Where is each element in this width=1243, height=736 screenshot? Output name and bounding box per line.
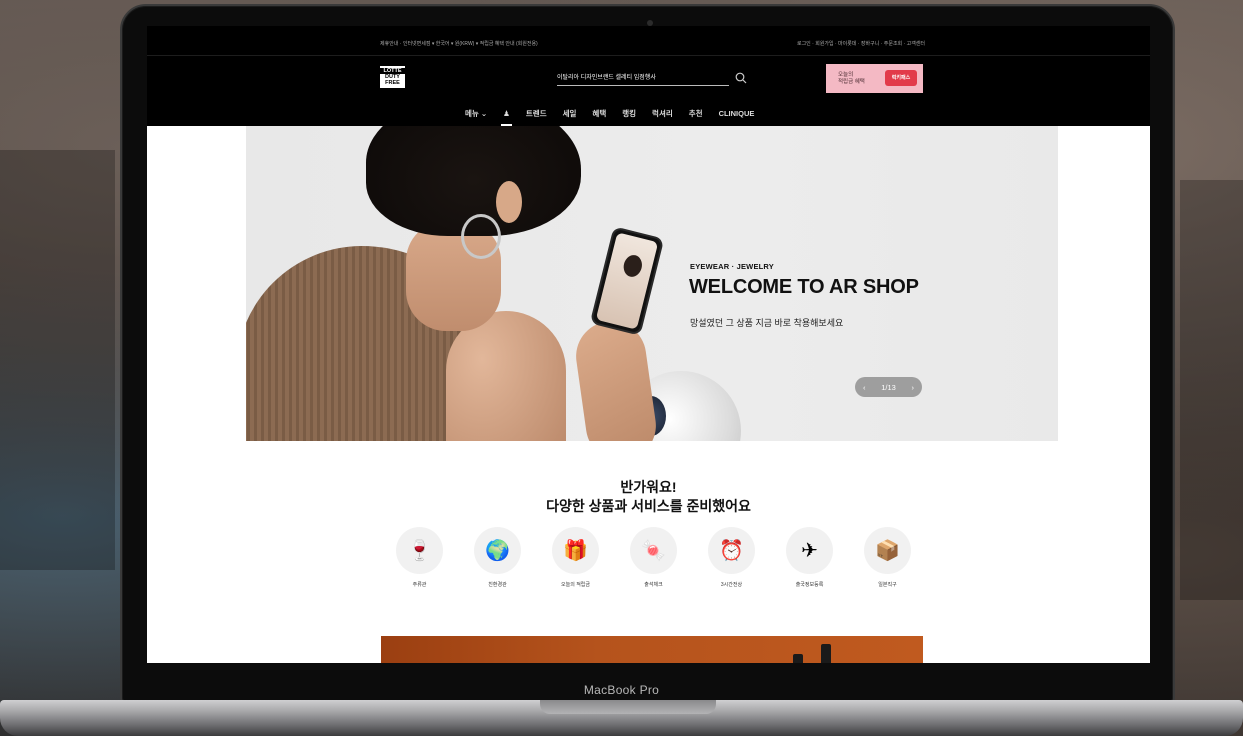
pager-count: 1/13 (881, 382, 896, 392)
service-label: 출국정보등록 (795, 582, 824, 588)
hero-banner[interactable]: EYEWEAR · JEWELRY WELCOME TO AR SHOP 망설였… (246, 126, 1058, 441)
phone-screen-face (621, 253, 645, 279)
package-icon: 📦 (864, 527, 911, 574)
pager-prev-button[interactable]: ‹ (863, 383, 866, 392)
nav-ranking[interactable]: 랭킹 (614, 108, 644, 119)
banner-bottle-2 (821, 644, 831, 663)
utility-links-left[interactable]: 제휴안내 · 인터넷면세점 ▾ 한국어 ▾ 원(KRW) ▾ 적립금 혜택 안내… (380, 40, 538, 47)
hero-subtitle: 망설였던 그 상품 지금 바로 착용해보세요 (690, 318, 844, 328)
service-label: 오늘의 적립금 (561, 582, 590, 588)
candy-icon: 🍬 (630, 527, 677, 574)
logo-line3: FREE (385, 80, 400, 86)
nav-clinique[interactable]: CLINIQUE (711, 109, 763, 118)
service-label: 3시간전상 (720, 582, 743, 588)
nav-menu[interactable]: 메뉴 ⌄ (457, 108, 495, 119)
nav-trend[interactable]: 트렌드 (518, 108, 555, 119)
background-shelf-right (1180, 180, 1243, 600)
site-header: 제휴안내 · 인터넷면세점 ▾ 한국어 ▾ 원(KRW) ▾ 적립금 혜택 안내… (147, 26, 1150, 126)
nav-profile-icon[interactable]: ♟ (495, 109, 518, 126)
service-label: 주류관 (412, 582, 427, 588)
nav-benefit[interactable]: 혜택 (584, 108, 614, 119)
header-divider (147, 55, 1150, 56)
hero-title: WELCOME TO AR SHOP (689, 276, 919, 298)
hero-image-earring (461, 214, 501, 259)
search-input[interactable]: 이탈리아 디자인브랜드 셀레티 입점행사 (557, 70, 729, 86)
banner-bottle-1 (793, 654, 803, 663)
nav-recommend[interactable]: 추천 (681, 108, 711, 119)
liquor-bottle-icon: 🍷 (396, 527, 443, 574)
service-label: 일본직구 (878, 582, 897, 588)
service-item-japan[interactable]: 📦 일본직구 (864, 527, 911, 588)
service-label: 출석체크 (644, 582, 663, 588)
welcome-heading: 반가워요! (620, 479, 677, 495)
service-item-departure[interactable]: ✈ 출국정보등록 (786, 527, 833, 588)
airplane-icon: ✈ (786, 527, 833, 574)
service-shortcuts: 🍷 주류관 🌍 친환경관 🎁 오늘의 적립금 🍬 출석체크 ⏰ 3시간전상 ✈ … (396, 527, 911, 588)
search-icon[interactable] (735, 72, 747, 84)
hero-image-phone (589, 226, 665, 336)
promo-line2: 적립금 혜택 (838, 78, 865, 85)
pager-next-button[interactable]: › (911, 383, 914, 392)
globe-icon: 🌍 (474, 527, 521, 574)
service-item-attendance[interactable]: 🍬 출석체크 (630, 527, 677, 588)
hero-image-ear (496, 181, 522, 223)
bottom-promo-banner[interactable] (381, 636, 923, 663)
service-item-eco[interactable]: 🌍 친환경관 (474, 527, 521, 588)
promo-banner[interactable]: 오늘의 적립금 혜택 럭키패스 (826, 64, 923, 93)
promo-line1: 오늘의 (838, 71, 854, 78)
hero-eyebrow: EYEWEAR · JEWELRY (690, 262, 774, 271)
hero-pager: ‹ 1/13 › (855, 377, 922, 397)
main-nav: 메뉴 ⌄ ♟ 트렌드 세일 혜택 랭킹 럭셔리 추천 CLINIQUE (457, 108, 763, 126)
nav-luxury[interactable]: 럭셔리 (644, 108, 681, 119)
service-item-liquor[interactable]: 🍷 주류관 (396, 527, 443, 588)
promo-badge: 럭키패스 (885, 70, 917, 86)
browser-screen: 제휴안내 · 인터넷면세점 ▾ 한국어 ▾ 원(KRW) ▾ 적립금 혜택 안내… (147, 26, 1150, 663)
service-label: 친환경관 (488, 582, 507, 588)
hero-image-arm (571, 316, 661, 441)
laptop-notch (540, 700, 716, 714)
alarm-clock-icon: ⏰ (708, 527, 755, 574)
phone-screen (595, 232, 659, 330)
welcome-subheading: 다양한 상품과 서비스를 준비했어요 (546, 498, 751, 514)
service-item-3hours[interactable]: ⏰ 3시간전상 (708, 527, 755, 588)
service-item-points[interactable]: 🎁 오늘의 적립금 (552, 527, 599, 588)
macbook-label: MacBook Pro (583, 683, 660, 697)
background-shelf-left (0, 150, 115, 570)
utility-links-right[interactable]: 로그인 · 회원가입 · 마이롯데 · 장바구니 · 주문조회 · 고객센터 (797, 40, 925, 47)
nav-sale[interactable]: 세일 (555, 108, 585, 119)
lotte-logo[interactable]: LOTTE DUTY FREE (380, 66, 405, 88)
gift-bag-icon: 🎁 (552, 527, 599, 574)
